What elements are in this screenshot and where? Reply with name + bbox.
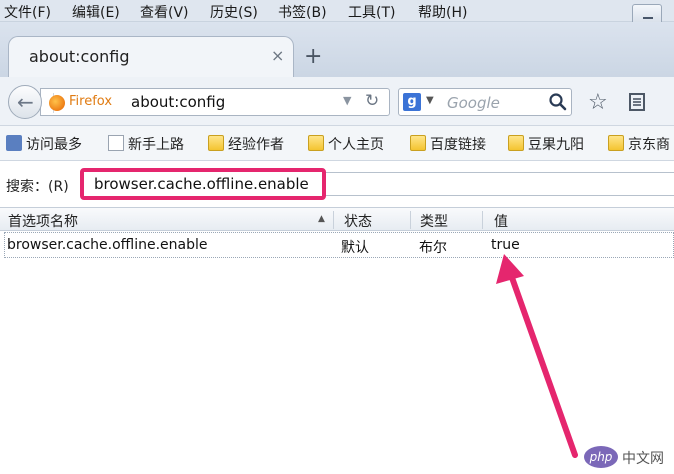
url-dropdown-icon[interactable]: ▼ <box>343 94 351 107</box>
magnifier-icon[interactable] <box>547 91 569 113</box>
back-button[interactable]: ← <box>8 85 42 119</box>
bookmarks-menu-icon[interactable] <box>626 91 648 113</box>
watermark-text: 中文网 <box>622 451 664 467</box>
url-text[interactable]: about:config <box>131 93 225 111</box>
tab-close-icon[interactable]: × <box>271 46 284 65</box>
folder-icon <box>208 135 224 151</box>
bookmark-label: 经验作者 <box>228 137 284 153</box>
bookmark-label: 新手上路 <box>128 137 184 153</box>
folder-icon <box>410 135 426 151</box>
tab-strip: about:config × + <box>0 22 674 77</box>
bookmark-label: 豆果九阳 <box>528 137 584 153</box>
config-search-row: 搜索：(R) browser.cache.offline.enable <box>0 162 674 206</box>
url-bar[interactable]: Firefox about:config ▼ ↻ <box>40 88 390 116</box>
column-type[interactable]: 类型 <box>420 211 448 231</box>
filter-field-extension[interactable] <box>326 172 674 196</box>
new-tab-button[interactable]: + <box>304 44 322 69</box>
firefox-icon <box>49 95 65 111</box>
bookmark-label: 京东商 <box>628 137 670 153</box>
table-row[interactable]: browser.cache.offline.enable 默认 布尔 true <box>4 232 674 258</box>
preference-name: browser.cache.offline.enable <box>7 237 208 253</box>
preference-status: 默认 <box>341 240 369 256</box>
search-placeholder[interactable]: Google <box>447 94 500 112</box>
search-bar[interactable]: g ▼ Google <box>398 88 572 116</box>
identity-label: Firefox <box>69 94 113 109</box>
bookmark-icon <box>6 135 22 151</box>
column-status[interactable]: 状态 <box>344 211 372 231</box>
preference-type: 布尔 <box>419 240 447 256</box>
google-engine-icon[interactable]: g <box>403 93 421 111</box>
column-separator[interactable] <box>410 211 411 229</box>
menu-bar: 文件(F) 编辑(E) 查看(V) 历史(S) 书签(B) 工具(T) 帮助(H… <box>0 0 674 26</box>
menu-tools[interactable]: 工具(T) <box>348 2 395 22</box>
column-preference-name[interactable]: 首选项名称 <box>8 211 78 231</box>
column-value[interactable]: 值 <box>494 211 508 231</box>
bookmark-label: 个人主页 <box>328 137 384 153</box>
menu-edit[interactable]: 编辑(E) <box>72 2 120 22</box>
menu-help[interactable]: 帮助(H) <box>418 2 467 22</box>
sort-ascending-icon: ▲ <box>318 214 325 224</box>
folder-icon <box>608 135 624 151</box>
folder-icon <box>308 135 324 151</box>
bookmark-label: 访问最多 <box>26 137 82 153</box>
bookmark-star-icon[interactable]: ☆ <box>588 90 608 115</box>
tab-title: about:config <box>29 47 130 66</box>
bookmark-label: 百度链接 <box>430 137 486 153</box>
config-filter-input[interactable]: browser.cache.offline.enable <box>80 168 326 200</box>
navigation-bar: Firefox about:config ▼ ↻ ← g ▼ Google ☆ <box>0 77 674 126</box>
reload-icon[interactable]: ↻ <box>365 91 379 111</box>
back-arrow-icon: ← <box>17 90 34 114</box>
folder-icon <box>508 135 524 151</box>
column-separator[interactable] <box>482 211 483 229</box>
preference-value: true <box>491 237 520 253</box>
site-identity[interactable]: Firefox <box>47 93 112 113</box>
page-icon <box>108 135 124 151</box>
bookmarks-toolbar: 访问最多 新手上路 经验作者 个人主页 百度链接 豆果九阳 京东商 <box>0 126 674 161</box>
menu-view[interactable]: 查看(V) <box>140 2 189 22</box>
tab-about-config[interactable]: about:config × <box>8 36 294 77</box>
menu-history[interactable]: 历史(S) <box>210 2 258 22</box>
engine-dropdown-icon[interactable]: ▼ <box>426 95 434 106</box>
menu-file[interactable]: 文件(F) <box>4 2 51 22</box>
filter-value[interactable]: browser.cache.offline.enable <box>94 175 309 193</box>
column-separator[interactable] <box>333 211 334 229</box>
site-watermark: php 中文网 <box>584 446 670 470</box>
watermark-badge: php <box>584 446 618 468</box>
search-label: 搜索：(R) <box>6 179 69 195</box>
menu-bookmarks[interactable]: 书签(B) <box>278 2 327 22</box>
config-table-header: 首选项名称 ▲ 状态 类型 值 <box>0 207 674 231</box>
